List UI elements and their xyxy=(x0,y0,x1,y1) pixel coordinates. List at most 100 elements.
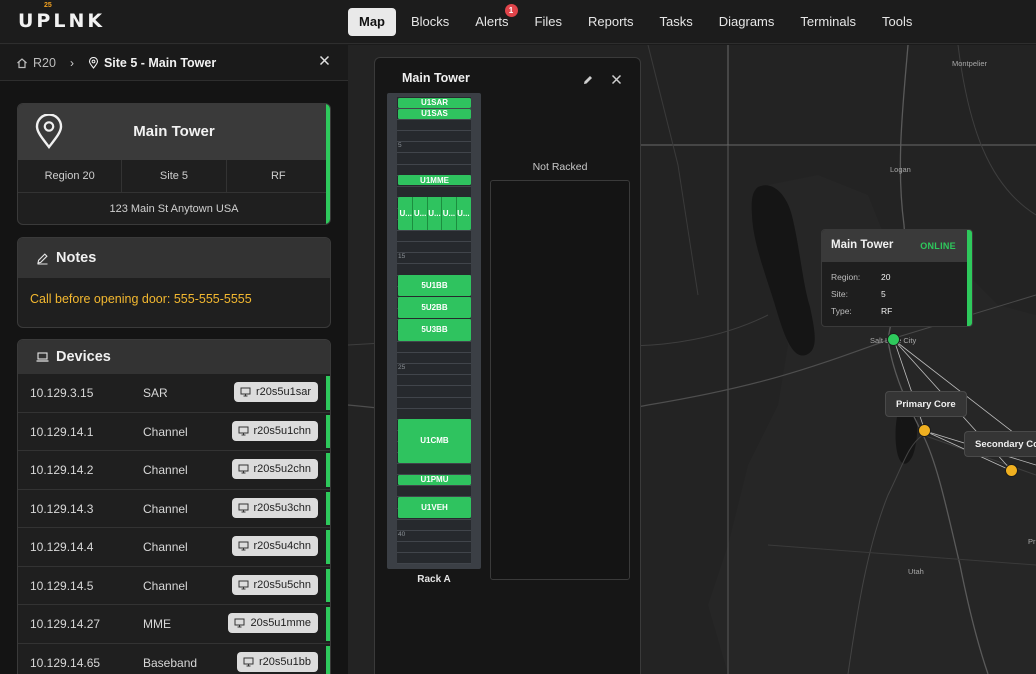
device-row[interactable]: 10.129.14.65 Baseband r20s5u1bb xyxy=(18,642,330,674)
nav-files[interactable]: Files xyxy=(524,8,573,36)
device-hostname: r20s5u4chn xyxy=(253,540,312,552)
rack-device-label: U... xyxy=(413,197,428,230)
rack-slot-divider xyxy=(397,463,471,465)
map-marker-main-tower[interactable] xyxy=(887,333,900,346)
device-hostname: r20s5u1sar xyxy=(255,386,311,398)
rack-device[interactable]: U1PMU xyxy=(398,474,471,485)
device-row[interactable]: 10.129.3.15 SAR r20s5u1sar xyxy=(18,373,330,412)
rack-slot-divider xyxy=(397,540,471,542)
rack-device-label: U... xyxy=(428,197,443,230)
rack-unit-number: 40 xyxy=(398,530,406,538)
site-address: 123 Main St Anytown USA xyxy=(109,203,239,215)
device-row[interactable]: 10.129.14.4 Channel r20s5u4chn xyxy=(18,527,330,566)
popup-type-value: RF xyxy=(881,306,893,316)
device-hostname-chip[interactable]: r20s5u5chn xyxy=(231,574,318,595)
rack-device[interactable]: U1CMB xyxy=(398,419,471,463)
popup-type-row: Type: RF xyxy=(831,306,892,316)
rack-unit-number: 5 xyxy=(398,142,402,150)
device-type: SAR xyxy=(143,386,168,400)
site-tag-secondary-core[interactable]: Secondary Co xyxy=(964,431,1036,457)
popup-type-label: Type: xyxy=(831,306,852,316)
device-type: Channel xyxy=(143,578,188,593)
laptop-icon xyxy=(36,351,49,362)
device-hostname-chip[interactable]: 20s5u1mme xyxy=(228,613,318,633)
monitor-icon xyxy=(243,657,254,666)
nav-terminals[interactable]: Terminals xyxy=(789,8,867,36)
not-racked-title: Not Racked xyxy=(532,161,588,173)
site-tag-primary-core[interactable]: Primary Core xyxy=(885,391,967,417)
device-status-edge xyxy=(326,453,330,487)
rack-device-label: 5U1BB xyxy=(421,281,448,291)
close-icon[interactable] xyxy=(611,74,622,85)
rack-device-label: U1MME xyxy=(420,175,449,185)
device-status-edge xyxy=(326,530,330,564)
device-hostname: 20s5u1mme xyxy=(250,617,311,629)
device-row[interactable]: 10.129.14.1 Channel r20s5u1chn xyxy=(18,411,330,451)
popup-region-label: Region: xyxy=(831,272,861,282)
rack-unit-number: 25 xyxy=(398,364,406,372)
device-type: Channel xyxy=(143,424,188,439)
rack-device[interactable]: 5U2BB xyxy=(398,297,471,319)
device-hostname-chip[interactable]: r20s5u2chn xyxy=(231,459,318,479)
breadcrumb-home[interactable]: R20 xyxy=(16,56,56,70)
device-hostname-chip[interactable]: r20s5u1chn xyxy=(231,420,318,441)
map-marker-primary-core[interactable] xyxy=(918,424,931,437)
device-hostname-chip[interactable]: r20s5u1bb xyxy=(237,651,318,672)
device-status-edge xyxy=(326,491,330,525)
rack-device[interactable]: U... U... U... U... U... xyxy=(398,197,471,230)
close-panel-icon[interactable] xyxy=(319,55,330,66)
nav-reports[interactable]: Reports xyxy=(577,8,645,36)
rack-slot-divider xyxy=(397,252,471,254)
monitor-icon xyxy=(234,618,245,628)
breadcrumb-home-label: R20 xyxy=(33,55,56,70)
rack-device-label: 5U2BB xyxy=(421,303,448,313)
alerts-count-badge: 1 xyxy=(504,4,518,17)
site-type: RF xyxy=(270,170,286,182)
edit-icon[interactable] xyxy=(582,74,594,86)
site-attributes: Region 20 Site 5 RF xyxy=(18,160,330,193)
notes-header: Notes xyxy=(18,238,330,278)
rack-device[interactable]: U1MME xyxy=(398,175,471,186)
main-nav: Map Blocks Alerts 1 Files Reports Tasks … xyxy=(348,4,927,36)
rack-device[interactable]: U1SAR xyxy=(398,97,471,108)
device-row[interactable]: 10.129.14.5 Channel r20s5u5chn xyxy=(18,565,330,605)
rack-device-label: U1PMU xyxy=(420,475,449,485)
device-type: Baseband xyxy=(143,655,198,670)
device-row[interactable]: 10.129.14.27 MME 20s5u1mme xyxy=(18,604,330,643)
nav-blocks[interactable]: Blocks xyxy=(400,8,460,36)
rack-device[interactable]: 5U1BB xyxy=(398,275,471,297)
map-marker-secondary-core[interactable] xyxy=(1005,464,1018,477)
popup-region-row: Region: 20 xyxy=(831,272,890,282)
nav-tasks[interactable]: Tasks xyxy=(649,8,704,36)
nav-tools[interactable]: Tools xyxy=(871,8,923,36)
rack-device-label: U1VEH xyxy=(421,503,448,513)
device-hostname-chip[interactable]: r20s5u4chn xyxy=(231,536,318,556)
rack-device-label: U1SAR xyxy=(420,98,449,108)
chevron-right-icon: › xyxy=(69,55,74,70)
device-type: Channel xyxy=(143,501,188,516)
monitor-icon xyxy=(240,387,251,397)
not-racked-dropzone[interactable] xyxy=(490,180,630,580)
rack-slot-divider xyxy=(397,551,471,553)
nav-diagrams[interactable]: Diagrams xyxy=(708,8,786,36)
rack-device[interactable]: 5U3BB xyxy=(398,319,471,341)
app-logo[interactable]: UPLNK xyxy=(18,10,105,32)
nav-map[interactable]: Map xyxy=(348,8,396,36)
rack-slot-divider xyxy=(397,152,471,154)
device-hostname-chip[interactable]: r20s5u1sar xyxy=(233,382,318,402)
notes-text[interactable]: Call before opening door: 555-555-5555 xyxy=(18,278,330,320)
nav-alerts[interactable]: Alerts 1 xyxy=(464,4,519,36)
nav-alerts-label: Alerts xyxy=(475,14,509,29)
device-row[interactable]: 10.129.14.3 Channel r20s5u3chn xyxy=(18,488,330,528)
rack-slot-divider xyxy=(397,396,471,398)
device-hostname-chip[interactable]: r20s5u3chn xyxy=(231,497,318,518)
location-pin-icon xyxy=(88,56,98,69)
rack-slot-divider xyxy=(397,374,471,376)
device-row[interactable]: 10.129.14.2 Channel r20s5u2chn xyxy=(18,450,330,489)
device-ip: 10.129.3.15 xyxy=(30,386,94,400)
notes-title: Notes xyxy=(56,250,97,266)
map-site-popup[interactable]: Main Tower ONLINE Region: 20 Site: 5 Typ… xyxy=(821,229,973,327)
rack-device[interactable]: U1SAS xyxy=(398,108,471,119)
rack-slot-divider xyxy=(397,352,471,354)
rack-device[interactable]: U1VEH xyxy=(398,496,471,519)
